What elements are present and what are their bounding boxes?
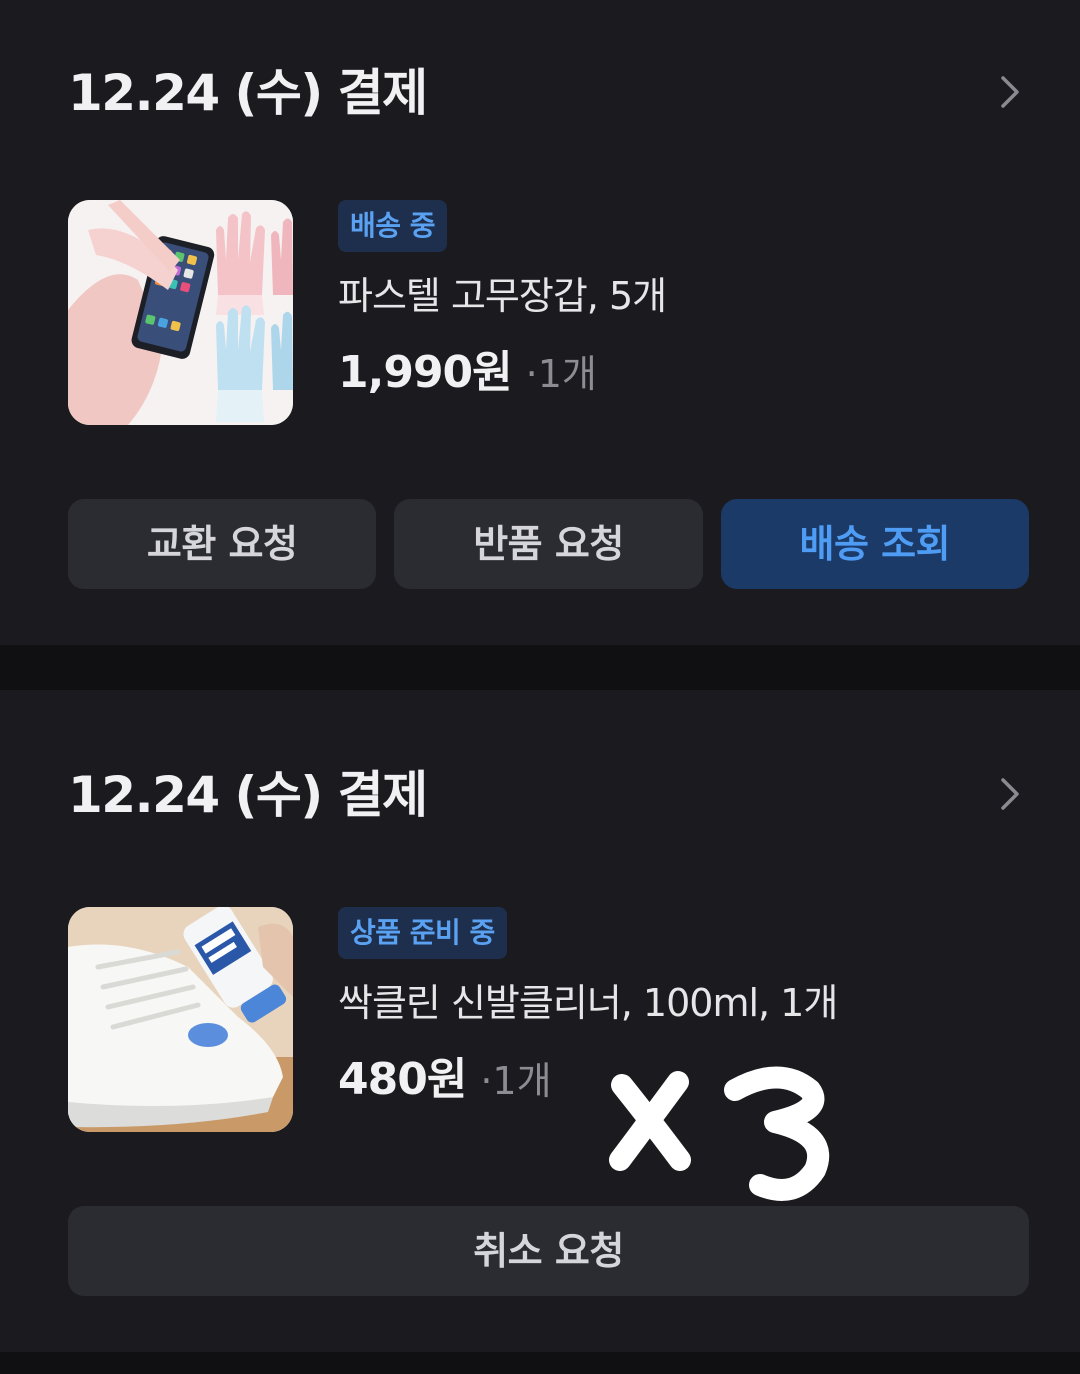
order-card: 12.24 (수) 결제 bbox=[0, 690, 1080, 1352]
product-quantity: ·1개 bbox=[480, 1059, 552, 1103]
product-name: 싹클린 신발클리너, 100ml, 1개 bbox=[338, 981, 838, 1025]
track-delivery-button[interactable]: 배송 조회 bbox=[720, 499, 1029, 589]
product-price: 480원 bbox=[338, 1054, 467, 1105]
product-image-gloves[interactable] bbox=[68, 200, 293, 425]
status-badge: 배송 중 bbox=[338, 200, 448, 252]
product-row[interactable]: 상품 준비 중 싹클린 신발클리너, 100ml, 1개 480원 ·1개 bbox=[68, 907, 1030, 1133]
return-request-button[interactable]: 반품 요청 bbox=[394, 499, 703, 589]
order-header[interactable]: 12.24 (수) 결제 bbox=[68, 760, 1030, 830]
product-row[interactable]: 배송 중 파스텔 고무장갑, 5개 1,990원 ·1개 bbox=[68, 200, 1030, 426]
order-date: 12.24 (수) 결제 bbox=[68, 64, 428, 122]
product-image-shoe-cleaner[interactable] bbox=[68, 907, 293, 1132]
order-actions: 취소 요청 bbox=[68, 1206, 1029, 1296]
product-name: 파스텔 고무장갑, 5개 bbox=[338, 274, 667, 318]
price-line: 1,990원 ·1개 bbox=[338, 346, 1030, 409]
order-header[interactable]: 12.24 (수) 결제 bbox=[68, 58, 1030, 128]
section-divider bbox=[0, 645, 1080, 690]
order-actions: 교환 요청 반품 요청 배송 조회 bbox=[68, 499, 1029, 589]
order-card: 12.24 (수) 결제 bbox=[0, 0, 1080, 645]
product-info: 배송 중 파스텔 고무장갑, 5개 1,990원 ·1개 bbox=[338, 200, 1030, 409]
product-quantity: ·1개 bbox=[525, 352, 597, 396]
product-price: 1,990원 bbox=[338, 347, 513, 398]
cancel-request-button[interactable]: 취소 요청 bbox=[68, 1206, 1029, 1296]
exchange-request-button[interactable]: 교환 요청 bbox=[68, 499, 377, 589]
status-badge: 상품 준비 중 bbox=[338, 907, 507, 959]
section-divider bbox=[0, 1352, 1080, 1374]
chevron-right-icon[interactable] bbox=[990, 72, 1030, 112]
chevron-right-icon[interactable] bbox=[990, 774, 1030, 814]
handwritten-x3-annotation: x3 bbox=[609, 1066, 830, 1201]
order-date: 12.24 (수) 결제 bbox=[68, 766, 428, 824]
